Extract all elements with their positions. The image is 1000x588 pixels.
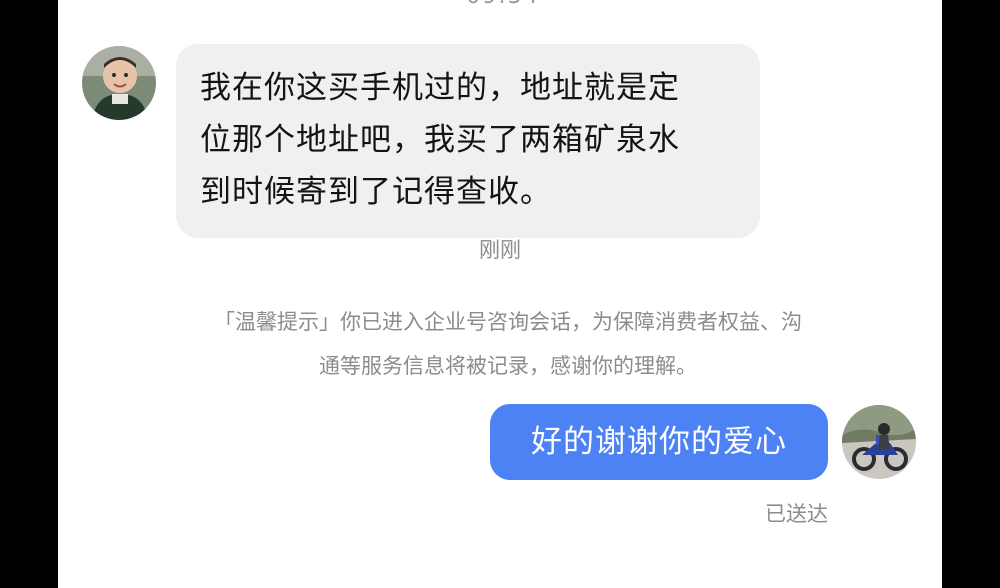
- motorbike-photo-icon: [842, 405, 916, 479]
- incoming-message-bubble[interactable]: 我在你这买手机过的，地址就是定 位那个地址吧，我买了两箱矿泉水 到时候寄到了记得…: [176, 44, 760, 238]
- contact-avatar[interactable]: [82, 46, 156, 120]
- system-notice-line: 「温馨提示」你已进入企业号咨询会话，为保障消费者权益、沟: [214, 310, 802, 334]
- child-photo-icon: [82, 46, 156, 120]
- chat-screen: 09:54 我在你这买手机过的，地址就是定 位那个地址吧，我买了两箱矿泉水 到时…: [58, 0, 942, 588]
- delivery-status: 已送达: [765, 502, 828, 526]
- incoming-message-line: 到时候寄到了记得查收。: [200, 174, 552, 210]
- outgoing-message-bubble[interactable]: 好的谢谢你的爱心: [490, 404, 828, 480]
- system-notice: 「温馨提示」你已进入企业号咨询会话，为保障消费者权益、沟 通等服务信息将被记录，…: [148, 300, 868, 388]
- incoming-message-line: 位那个地址吧，我买了两箱矿泉水: [200, 122, 680, 158]
- user-avatar[interactable]: [842, 405, 916, 479]
- message-timestamp: 刚刚: [479, 238, 521, 262]
- incoming-message-line: 我在你这买手机过的，地址就是定: [200, 70, 680, 106]
- top-timestamp-partial: 09:54: [463, 0, 543, 9]
- system-notice-line: 通等服务信息将被记录，感谢你的理解。: [319, 354, 697, 378]
